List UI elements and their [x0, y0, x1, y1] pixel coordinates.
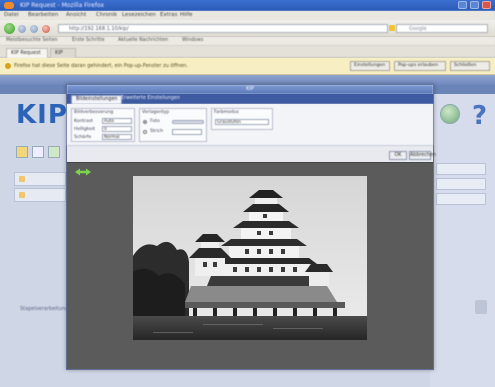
list-item[interactable]	[14, 172, 66, 186]
quality-slider[interactable]	[172, 120, 204, 124]
close-window-button[interactable]	[482, 1, 491, 9]
globe-icon[interactable]	[440, 104, 460, 124]
sharpness-field[interactable]: Normal	[102, 134, 132, 140]
tab-image-settings[interactable]: Bildeinstellungen	[71, 95, 123, 104]
kip-logo: KIP	[16, 100, 68, 130]
photo-radio[interactable]	[143, 120, 147, 124]
color-mode-select[interactable]: Graustufen	[215, 119, 269, 125]
original-type-group: Vorlagentyp Foto Strich	[139, 108, 207, 142]
dialog-title: KIP	[67, 85, 433, 94]
bookmark-item[interactable]: Erste Schritte	[72, 38, 105, 44]
star-icon[interactable]	[389, 25, 395, 31]
preview-viewer	[67, 162, 433, 369]
castle-image	[133, 176, 367, 340]
cancel-button[interactable]: Abbrechen	[409, 151, 436, 160]
folder-icon[interactable]	[16, 146, 28, 158]
group-title: Bildverbesserung	[74, 110, 114, 115]
maximize-button[interactable]	[470, 1, 479, 9]
bookmark-item[interactable]: Windows	[182, 38, 203, 44]
field-label: Schärfe	[74, 135, 92, 140]
brightness-field[interactable]: 0	[102, 126, 132, 132]
menu-edit[interactable]: Bearbeiten	[28, 12, 58, 18]
list-item[interactable]	[436, 178, 486, 190]
batch-label: Stapelverarbeitung	[20, 306, 69, 312]
contrast-field[interactable]: Auto	[102, 118, 132, 124]
reload-button[interactable]	[30, 25, 38, 33]
search-input[interactable]: Google	[396, 24, 488, 33]
color-mode-group: Farbmodus Graustufen	[211, 108, 273, 130]
check-icon[interactable]	[48, 146, 60, 158]
field-label: Helligkeit	[74, 127, 95, 132]
document-icon	[19, 192, 25, 198]
browser-tabstrip: KIP Request KIP	[0, 46, 495, 58]
help-icon[interactable]: ?	[472, 101, 487, 131]
ok-button[interactable]: OK	[389, 151, 407, 160]
group-title: Vorlagentyp	[142, 110, 170, 115]
menu-bookmarks[interactable]: Lesezeichen	[122, 12, 156, 18]
firefox-icon	[4, 2, 14, 9]
menu-file[interactable]: Datei	[4, 12, 19, 18]
resolution-field[interactable]	[172, 129, 202, 135]
menu-tools[interactable]: Extras	[160, 12, 177, 18]
resize-arrows-icon[interactable]	[74, 168, 92, 176]
radio-label: Strich	[150, 129, 164, 134]
minimize-button[interactable]	[458, 1, 467, 9]
dialog-tabbar: Bildeinstellungen Erweiterte Einstellung…	[67, 94, 433, 104]
stop-button[interactable]	[42, 25, 50, 33]
warning-icon	[5, 63, 11, 69]
bookmarks-toolbar: Meistbesuchte Seiten Erste Schritte Aktu…	[0, 37, 495, 46]
menu-help[interactable]: Hilfe	[180, 12, 193, 18]
add-icon[interactable]	[32, 146, 44, 158]
window-title: KIP Request - Mozilla Firefox	[20, 2, 105, 9]
right-pane	[430, 94, 495, 387]
radio-label: Foto	[150, 119, 160, 124]
tab-kip[interactable]: KIP	[50, 48, 76, 58]
forward-button[interactable]	[18, 25, 26, 33]
enhancement-group: Bildverbesserung Kontrast Auto Helligkei…	[71, 108, 135, 142]
list-item[interactable]	[436, 163, 486, 175]
menu-history[interactable]: Chronik	[96, 12, 117, 18]
url-input[interactable]: http://192.168.1.10/kip/	[58, 24, 388, 33]
line-radio[interactable]	[143, 130, 147, 134]
scanned-photo	[133, 176, 367, 340]
window-titlebar: KIP Request - Mozilla Firefox	[0, 0, 495, 11]
infobar-settings-button[interactable]: Einstellungen	[350, 61, 390, 71]
settings-panel: Bildverbesserung Kontrast Auto Helligkei…	[67, 104, 433, 146]
field-label: Kontrast	[74, 119, 93, 124]
allow-popups-button[interactable]: Pop-ups erlauben	[394, 61, 446, 71]
list-item[interactable]	[436, 193, 486, 205]
bookmark-item[interactable]: Aktuelle Nachrichten	[118, 38, 168, 44]
navigation-toolbar: http://192.168.1.10/kip/ Google	[0, 20, 495, 37]
bookmark-item[interactable]: Meistbesuchte Seiten	[6, 38, 58, 44]
tab-advanced-settings[interactable]: Erweiterte Einstellungen	[117, 95, 184, 104]
document-icon	[19, 176, 25, 182]
back-button[interactable]	[4, 23, 15, 34]
list-item[interactable]	[14, 188, 66, 202]
infobar-close-button[interactable]: Schließen	[450, 61, 490, 71]
popup-blocked-infobar: Firefox hat diese Seite daran gehindert,…	[0, 58, 495, 75]
menu-bar: Datei Bearbeiten Ansicht Chronik Lesezei…	[0, 11, 495, 20]
menu-view[interactable]: Ansicht	[66, 12, 86, 18]
scan-dialog: KIP Bildeinstellungen Erweiterte Einstel…	[66, 84, 436, 370]
infobar-message: Firefox hat diese Seite daran gehindert,…	[14, 63, 188, 69]
scroll-handle[interactable]	[475, 300, 487, 314]
group-title: Farbmodus	[214, 110, 239, 115]
tab-kip-request[interactable]: KIP Request	[6, 48, 48, 58]
